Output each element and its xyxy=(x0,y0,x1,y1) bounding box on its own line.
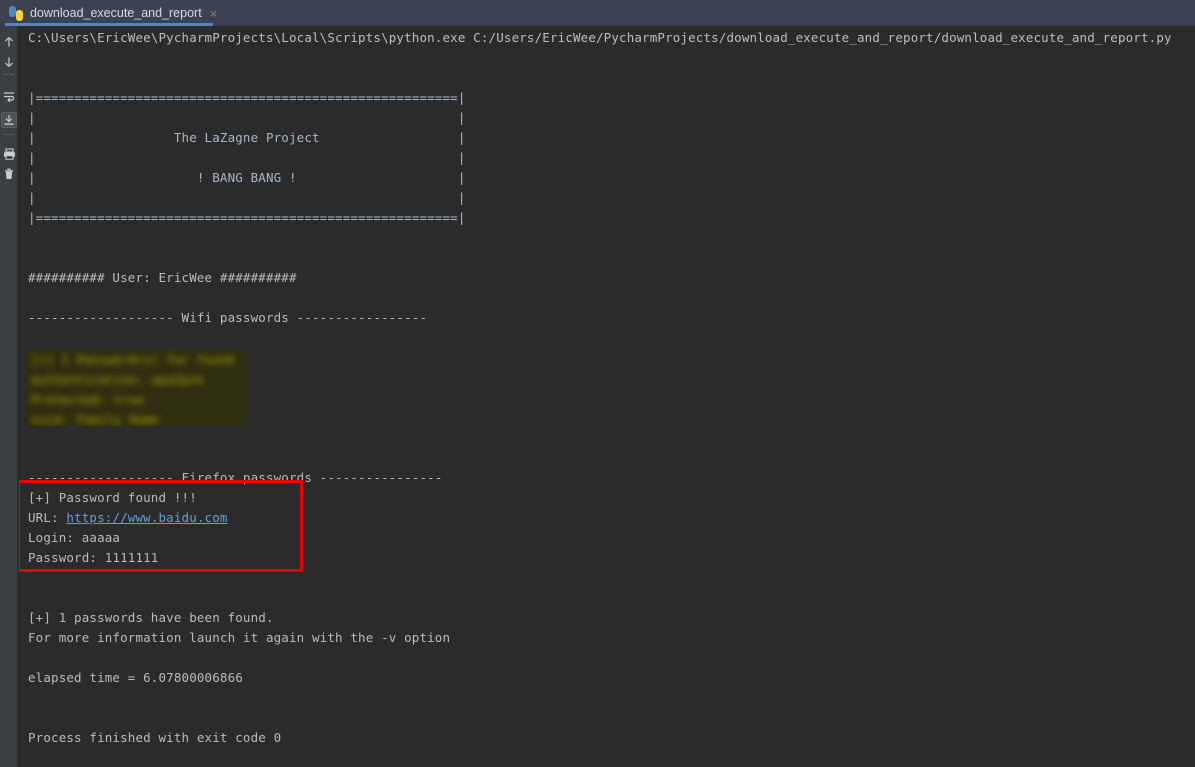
banner-top-rule: |=======================================… xyxy=(28,90,466,105)
blurred-line-1: [+] 1 Password(s) for found xyxy=(31,352,235,367)
blurred-line-3: Protected: true xyxy=(31,392,144,407)
exit-message: Process finished with exit code 0 xyxy=(28,730,282,745)
banner-blank-row-3: | | xyxy=(28,190,466,205)
run-console-output[interactable]: C:\Users\EricWee\PycharmProjects\Local\S… xyxy=(19,26,1195,767)
print-icon[interactable] xyxy=(1,146,17,162)
close-icon[interactable]: × xyxy=(210,7,218,20)
summary-more-info: For more information launch it again wit… xyxy=(28,630,451,645)
login-line: Login: aaaaa xyxy=(28,530,121,545)
blurred-line-4: ssid: Family Home xyxy=(31,412,159,426)
soft-wrap-icon[interactable] xyxy=(1,88,17,104)
url-line: URL: https://www.baidu.com xyxy=(28,508,228,528)
arrow-up-icon[interactable] xyxy=(1,34,17,50)
tab-bar: download_execute_and_report × xyxy=(0,0,1195,26)
arrow-down-icon[interactable] xyxy=(1,54,17,70)
blurred-credentials-block: [+] 1 Password(s) for found authenticati… xyxy=(25,350,247,426)
blurred-line-2: authentication: wpa2psk xyxy=(31,372,205,387)
python-file-icon xyxy=(9,5,24,21)
tab-label: download_execute_and_report xyxy=(30,6,202,20)
scroll-to-end-icon[interactable] xyxy=(1,112,17,128)
wifi-section-header: ------------------- Wifi passwords -----… xyxy=(28,310,428,325)
banner-blank-row-2: | | xyxy=(28,150,466,165)
banner-bottom-rule: |=======================================… xyxy=(28,210,466,225)
console-toolbar xyxy=(0,26,18,767)
banner-title-row: | The LaZagne Project | xyxy=(28,130,466,145)
user-header-line: ########## User: EricWee ########## xyxy=(28,270,297,285)
summary-found-count: [+] 1 passwords have been found. xyxy=(28,610,274,625)
banner-tagline-row: | ! BANG BANG ! | xyxy=(28,170,466,185)
password-line: Password: 1111111 xyxy=(28,550,159,565)
url-link[interactable]: https://www.baidu.com xyxy=(66,510,227,525)
password-found-line: [+] Password found !!! xyxy=(28,490,197,505)
toolbar-divider xyxy=(3,74,15,75)
url-label: URL: xyxy=(28,510,67,525)
banner-blank-row-1: | | xyxy=(28,110,466,125)
toolbar-divider-2 xyxy=(3,134,15,135)
console-command-line: C:\Users\EricWee\PycharmProjects\Local\S… xyxy=(28,30,1172,45)
trash-icon[interactable] xyxy=(1,166,17,182)
summary-elapsed: elapsed time = 6.07800006866 xyxy=(28,670,243,685)
